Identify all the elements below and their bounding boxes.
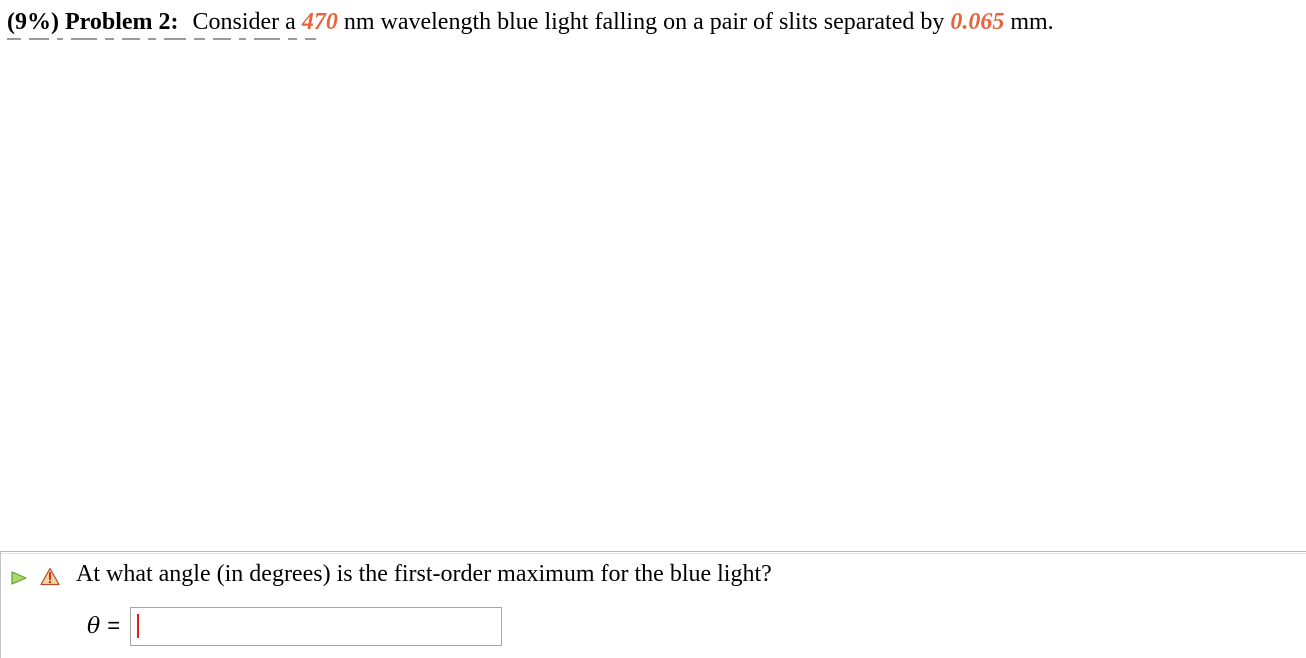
problem-weight: (9%) (7, 9, 59, 35)
separation-value: 0.065 (950, 9, 1005, 35)
problem-text-after-separation: mm. (1010, 9, 1054, 35)
question-text: At what angle (in degrees) is the first-… (76, 561, 772, 587)
answer-label: θ = (87, 612, 120, 641)
play-triangle-icon[interactable] (10, 569, 28, 587)
question-panel: At what angle (in degrees) is the first-… (0, 551, 1306, 658)
theta-symbol: θ (87, 614, 101, 639)
text-caret (137, 614, 139, 638)
cropped-subtext-line (7, 38, 367, 42)
wavelength-value: 470 (301, 9, 338, 35)
problem-text-after-wavelength: nm wavelength blue light falling on a pa… (343, 9, 945, 35)
equals-sign: = (107, 613, 121, 638)
problem-text-before-wavelength: Consider a (192, 9, 296, 35)
warning-triangle-icon (40, 567, 60, 586)
answer-input[interactable] (130, 607, 502, 646)
problem-label: Problem 2: (64, 9, 179, 35)
problem-statement: (9%) Problem 2: Consider a 470 nm waveleng… (7, 6, 1054, 38)
